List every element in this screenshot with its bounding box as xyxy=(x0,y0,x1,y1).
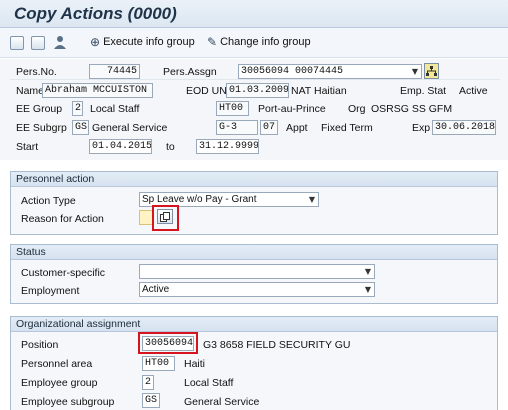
employment-value: Active xyxy=(142,284,170,295)
employment-dropdown[interactable]: Active ▼ xyxy=(139,282,375,297)
eod-field[interactable]: 01.03.2009 xyxy=(226,83,289,98)
personnel-area-text: Haiti xyxy=(184,358,206,370)
org-assignment-title: Organizational assignment xyxy=(11,317,497,332)
window-title: Copy Actions (0000) xyxy=(14,4,177,23)
to-label: to xyxy=(166,141,175,153)
location-code[interactable]: HT00 xyxy=(216,101,249,116)
ee-group-code[interactable]: 2 xyxy=(72,101,83,116)
display-icon[interactable] xyxy=(31,36,45,50)
action-type-value: Sp Leave w/o Pay - Grant xyxy=(142,194,257,205)
ee-group-value: Local Staff xyxy=(90,103,140,115)
change-info-group-label: Change info group xyxy=(220,36,311,48)
end-date-field[interactable]: 31.12.9999 xyxy=(196,139,259,154)
ee-group-label: EE Group xyxy=(16,103,63,115)
name-label: Name xyxy=(16,85,45,97)
employment-label: Employment xyxy=(21,285,80,297)
status-title: Status xyxy=(11,245,497,260)
pers-no-label: Pers.No. xyxy=(16,66,57,78)
emp-stat-label: Emp. Stat xyxy=(400,85,447,97)
employee-group-text: Local Staff xyxy=(184,377,234,389)
position-label: Position xyxy=(21,339,59,351)
chevron-down-icon: ▼ xyxy=(364,285,371,294)
employee-subgroup-text: General Service xyxy=(184,396,260,408)
execute-info-group-label: Execute info group xyxy=(103,36,195,48)
exp-field[interactable]: 30.06.2018 xyxy=(432,120,496,135)
structure-icon[interactable] xyxy=(424,63,439,79)
pers-assgn-dropdown[interactable]: 30056094 00074445 ▼ xyxy=(238,64,422,79)
employee-group-field[interactable]: 2 xyxy=(142,375,154,390)
appt-value: Fixed Term xyxy=(321,122,373,134)
step-field[interactable]: 07 xyxy=(260,120,278,135)
execute-info-group-button[interactable]: ⊕ Execute info group xyxy=(90,36,195,48)
pers-no-field[interactable]: 74445 xyxy=(89,64,140,79)
chevron-down-icon: ▼ xyxy=(308,195,315,204)
ee-subgrp-code[interactable]: GS xyxy=(72,120,89,135)
copy-icon[interactable] xyxy=(157,209,173,224)
customer-specific-label: Customer-specific xyxy=(21,267,106,279)
location-value: Port-au-Prince xyxy=(258,103,326,115)
reason-field[interactable] xyxy=(139,210,153,225)
appt-label: Appt xyxy=(286,122,308,134)
pers-assgn-value: 30056094 00074445 xyxy=(241,66,344,77)
employee-subgroup-label: Employee subgroup xyxy=(21,396,115,408)
personnel-action-title: Personnel action xyxy=(11,172,497,187)
exp-label: Exp xyxy=(412,122,431,134)
reason-label: Reason for Action xyxy=(21,213,104,225)
nat-label: NAT xyxy=(291,85,312,97)
org-value: OSRSG SS GFM xyxy=(371,103,453,115)
save-icon[interactable] xyxy=(10,36,24,50)
chevron-down-icon: ▼ xyxy=(364,267,371,276)
eod-label: EOD UN xyxy=(186,85,227,97)
personnel-area-label: Personnel area xyxy=(21,358,93,370)
name-field[interactable]: Abraham MCCUISTON xyxy=(42,83,153,98)
employee-subgroup-field[interactable]: GS xyxy=(142,393,160,408)
emp-stat-value: Active xyxy=(459,85,488,97)
start-label: Start xyxy=(16,141,39,153)
ee-subgrp-label: EE Subgrp xyxy=(16,122,67,134)
employee-group-label: Employee group xyxy=(21,377,98,389)
pers-assgn-label: Pers.Assgn xyxy=(163,66,217,78)
nat-value: Haitian xyxy=(314,85,347,97)
grade-field[interactable]: G-3 xyxy=(216,120,258,135)
customer-specific-dropdown[interactable]: ▼ xyxy=(139,264,375,279)
start-date-field[interactable]: 01.04.2015 xyxy=(89,139,152,154)
org-label: Org xyxy=(348,103,366,115)
execute-icon: ⊕ xyxy=(90,35,101,49)
ee-subgrp-value: General Service xyxy=(92,122,168,134)
position-field[interactable]: 30056094 xyxy=(142,336,194,351)
position-text: G3 8658 FIELD SECURITY GU xyxy=(203,339,351,351)
pencil-icon: ✎ xyxy=(207,35,218,49)
user-icon[interactable] xyxy=(52,34,68,50)
change-info-group-button[interactable]: ✎ Change info group xyxy=(207,36,311,48)
personnel-area-field[interactable]: HT00 xyxy=(142,356,175,371)
chevron-down-icon: ▼ xyxy=(411,67,418,76)
action-type-label: Action Type xyxy=(21,195,76,207)
